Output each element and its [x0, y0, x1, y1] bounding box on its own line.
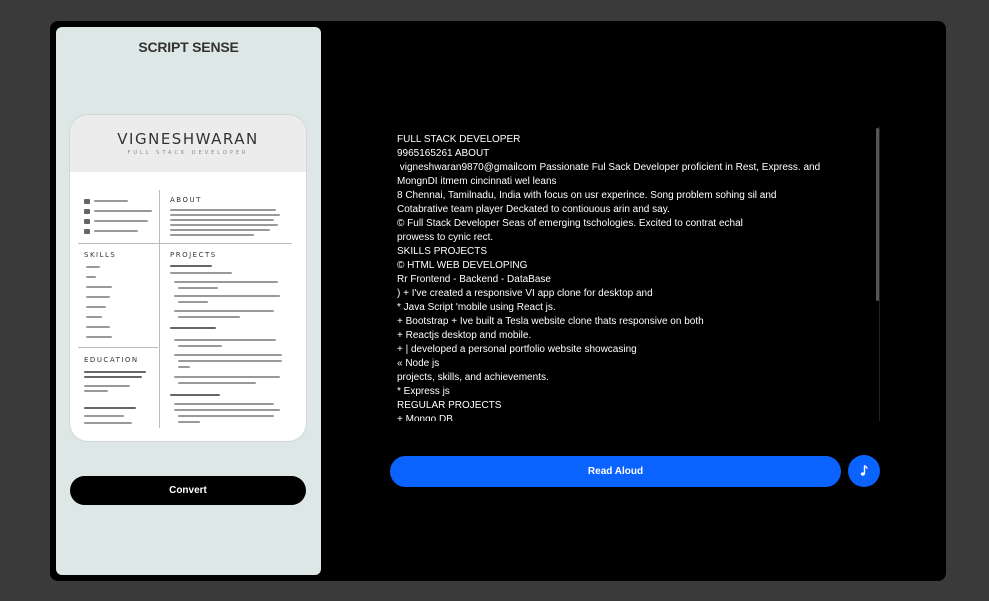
extracted-text-area[interactable]: FULL STACK DEVELOPER 9965165261 ABOUT vig…: [390, 127, 880, 421]
text-area-scrollbar[interactable]: [876, 128, 879, 301]
resume-line: [170, 229, 270, 231]
extracted-text-line: ) + I've created a responsive VI app clo…: [397, 288, 653, 299]
extracted-text-line: © HTML WEB DEVELOPING: [397, 260, 528, 271]
resume-line: [84, 385, 130, 387]
resume-line: [84, 390, 108, 392]
resume-section-education: EDUCATION: [84, 356, 139, 364]
resume-line: [178, 287, 218, 289]
resume-divider: [78, 347, 158, 348]
extracted-text-line: * Express js: [397, 386, 450, 397]
resume-line: [170, 219, 274, 221]
resume-line: [86, 296, 110, 298]
person-icon: [84, 229, 90, 234]
extracted-text-line: REGULAR PROJECTS: [397, 400, 502, 411]
resume-line: [86, 266, 100, 268]
extracted-text-line: © Full Stack Developer Seas of emerging …: [397, 218, 743, 229]
mail-icon: [84, 209, 90, 214]
resume-line: [86, 336, 112, 338]
read-aloud-button[interactable]: Read Aloud: [390, 456, 841, 487]
extracted-text-line: « Node js: [397, 358, 440, 369]
resume-line: [94, 220, 148, 222]
extracted-text-line: 8 Chennai, Tamilnadu, India with focus o…: [397, 190, 777, 201]
resume-header: VIGNESHWARAN FULL STACK DEVELOPER: [70, 115, 306, 172]
resume-line: [178, 345, 222, 347]
extracted-text-line: FULL STACK DEVELOPER: [397, 134, 521, 145]
resume-line: [170, 265, 212, 267]
extracted-text-line: * Java Script 'mobile using React js.: [397, 302, 556, 313]
app-title: SCRIPT SENSE: [138, 39, 239, 55]
extracted-text-line: + Bootstrap + Ive built a Tesla website …: [397, 316, 704, 327]
resume-line: [174, 295, 280, 297]
resume-line: [178, 316, 240, 318]
location-icon: [84, 219, 90, 224]
resume-line: [170, 224, 278, 226]
resume-line: [174, 339, 276, 341]
extracted-text-line: Rr Frontend - Backend - DataBase: [397, 274, 551, 285]
resume-line: [174, 310, 274, 312]
extracted-text-line: vigneshwaran9870@gmailcom Passionate Ful…: [397, 162, 821, 173]
resume-line: [174, 281, 278, 283]
resume-line: [178, 421, 200, 423]
audio-button[interactable]: [848, 455, 880, 487]
resume-line: [178, 301, 208, 303]
convert-button[interactable]: Convert: [70, 476, 306, 505]
resume-line: [178, 415, 274, 417]
extracted-text-line: + Reactjs desktop and mobile.: [397, 330, 532, 341]
resume-line: [178, 366, 190, 368]
resume-section-projects: PROJECTS: [170, 251, 217, 259]
extracted-text-line: 9965165261 ABOUT: [397, 148, 490, 159]
resume-section-skills: SKILLS: [84, 251, 117, 259]
resume-line: [84, 376, 142, 378]
extracted-text-line: + Mongo DB: [397, 414, 453, 421]
resume-line: [170, 272, 232, 274]
resume-line: [174, 403, 274, 405]
resume-line: [178, 360, 282, 362]
extracted-text-line: Cotabrative team player Deckated to cont…: [397, 204, 670, 215]
resume-line: [86, 306, 106, 308]
resume-role: FULL STACK DEVELOPER: [127, 150, 249, 156]
resume-divider: [78, 243, 292, 244]
resume-line: [86, 276, 96, 278]
extracted-text-line: SKILLS PROJECTS: [397, 246, 488, 257]
extracted-text-line: MongnDI itmem cincinnati wel leans: [397, 176, 557, 187]
resume-preview-image: VIGNESHWARAN FULL STACK DEVELOPER ABOUT: [70, 115, 306, 441]
resume-line: [170, 327, 216, 329]
extracted-text-line: projects, skills, and achievements.: [397, 372, 549, 383]
resume-line: [174, 409, 280, 411]
resume-line: [170, 394, 220, 396]
resume-column-divider: [159, 190, 160, 428]
extracted-text-line: prowess to cynic rect.: [397, 232, 494, 243]
resume-line: [94, 230, 138, 232]
resume-line: [94, 200, 128, 202]
resume-line: [86, 326, 110, 328]
resume-line: [174, 376, 280, 378]
resume-line: [174, 354, 282, 356]
resume-line: [94, 210, 152, 212]
resume-line: [170, 214, 280, 216]
resume-line: [84, 415, 124, 417]
upload-panel: SCRIPT SENSE VIGNESHWARAN FULL STACK DEV…: [56, 27, 321, 575]
resume-name: VIGNESHWARAN: [117, 130, 259, 148]
resume-line: [170, 234, 254, 236]
extracted-text-line: + | developed a personal portfolio websi…: [397, 344, 637, 355]
resume-line: [86, 286, 112, 288]
music-note-icon: [857, 464, 871, 478]
resume-line: [84, 371, 146, 373]
resume-line: [84, 407, 136, 409]
resume-line: [170, 209, 276, 211]
resume-line: [86, 316, 102, 318]
resume-section-about: ABOUT: [170, 196, 202, 204]
resume-line: [178, 382, 256, 384]
phone-icon: [84, 199, 90, 204]
app-window: SCRIPT SENSE VIGNESHWARAN FULL STACK DEV…: [50, 21, 946, 581]
resume-line: [84, 422, 132, 424]
